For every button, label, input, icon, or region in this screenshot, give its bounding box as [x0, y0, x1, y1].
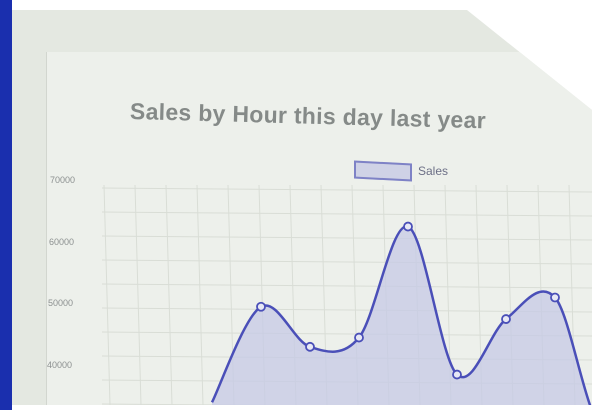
data-point: [501, 314, 511, 324]
grid-line-horizontal: [101, 235, 592, 241]
chart-legend: Sales: [354, 160, 448, 182]
data-point: [256, 301, 266, 312]
grid-line-horizontal: [101, 259, 592, 265]
data-point: [354, 332, 364, 343]
data-point: [550, 292, 560, 303]
photo-stage: Sales by Hour this day last year Sales 7…: [0, 0, 592, 410]
legend-label: Sales: [418, 164, 449, 178]
series-area-sales: [212, 226, 592, 405]
grid-line-vertical: [103, 184, 111, 405]
grid-line-horizontal: [101, 283, 592, 289]
data-point: [403, 221, 413, 232]
y-tick-label: 50000: [48, 298, 74, 309]
left-edge-bar: [0, 0, 12, 410]
y-tick-label: 70000: [50, 175, 76, 185]
data-point: [452, 369, 462, 380]
grid-line-vertical: [134, 184, 142, 405]
monitor-screen: Sales by Hour this day last year Sales 7…: [12, 10, 592, 405]
grid-line-vertical: [196, 184, 204, 405]
y-tick-label: 60000: [49, 236, 75, 247]
data-point: [305, 341, 315, 352]
chart-plot: [101, 184, 592, 405]
grid-line-horizontal: [101, 187, 592, 193]
legend-swatch: [354, 160, 412, 182]
grid-line-horizontal: [101, 211, 592, 217]
grid-line-vertical: [165, 184, 173, 405]
y-tick-label: 40000: [47, 360, 73, 370]
